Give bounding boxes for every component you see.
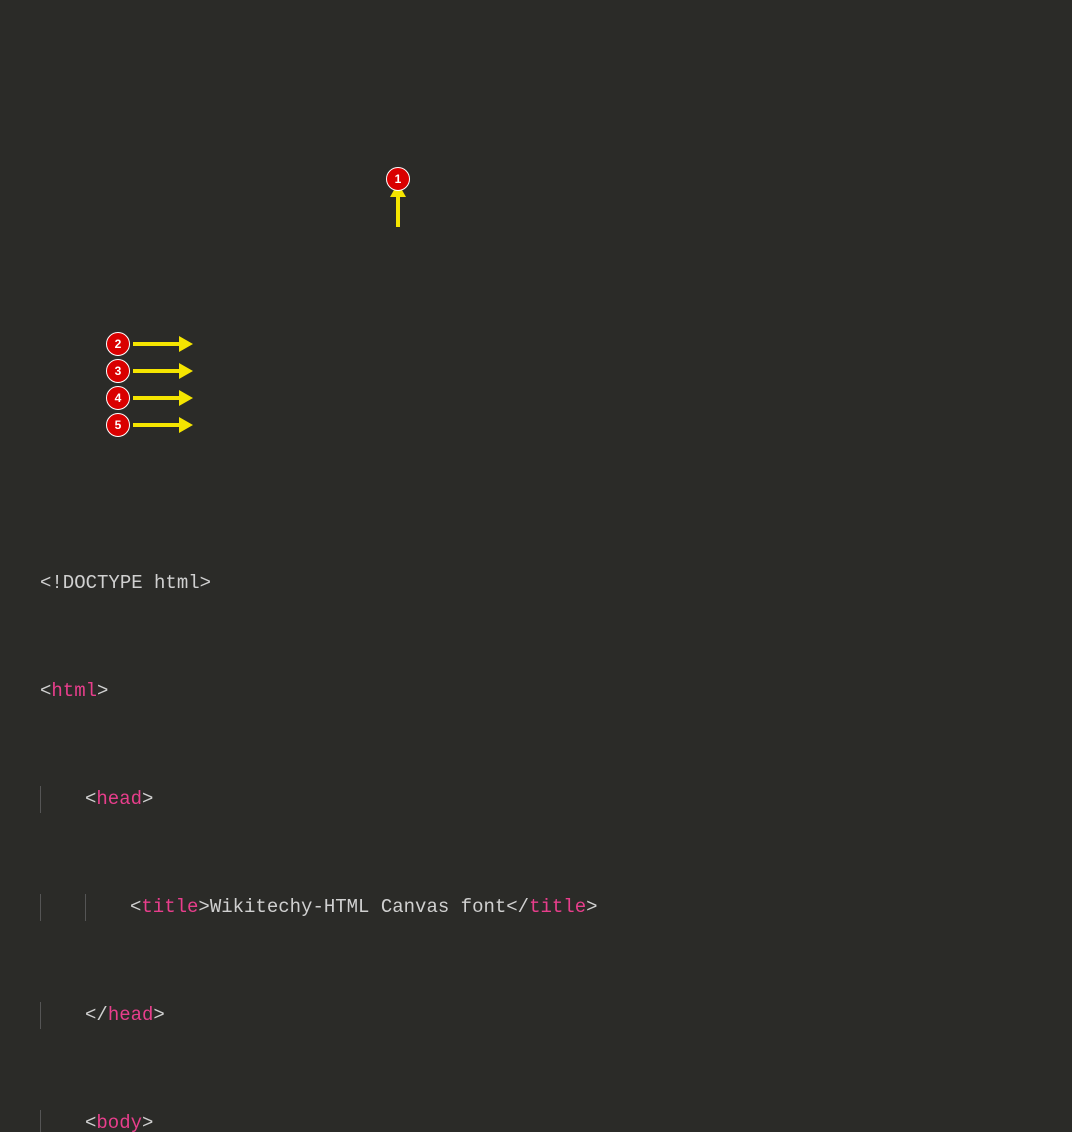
badge-2: 2	[106, 332, 130, 356]
code-line: <body>	[40, 1110, 1072, 1132]
code-line: </head>	[40, 1002, 1072, 1029]
tag-head-close: head	[108, 1004, 154, 1026]
tag-body: body	[96, 1112, 142, 1132]
code-editor: 1 2 3 4 5 <!DOCTYPE html> <html> <head> …	[0, 0, 1072, 1132]
code-line: <title>Wikitechy-HTML Canvas font</title…	[40, 894, 1072, 921]
arrow-5	[133, 423, 181, 427]
arrow-2	[133, 342, 181, 346]
tag-html: html	[51, 680, 97, 702]
badge-1: 1	[386, 167, 410, 191]
badge-4: 4	[106, 386, 130, 410]
badge-3: 3	[106, 359, 130, 383]
arrow-1	[396, 195, 400, 227]
tag-title: title	[141, 896, 198, 918]
arrow-3	[133, 369, 181, 373]
tag-title-close: title	[529, 896, 586, 918]
arrow-4	[133, 396, 181, 400]
code-line: <head>	[40, 786, 1072, 813]
code-line: <!DOCTYPE html>	[40, 570, 1072, 597]
tag-head: head	[96, 788, 142, 810]
code-line: <html>	[40, 678, 1072, 705]
title-text: Wikitechy-HTML Canvas font	[210, 896, 506, 918]
badge-5: 5	[106, 413, 130, 437]
doctype: <!DOCTYPE html>	[40, 572, 211, 594]
